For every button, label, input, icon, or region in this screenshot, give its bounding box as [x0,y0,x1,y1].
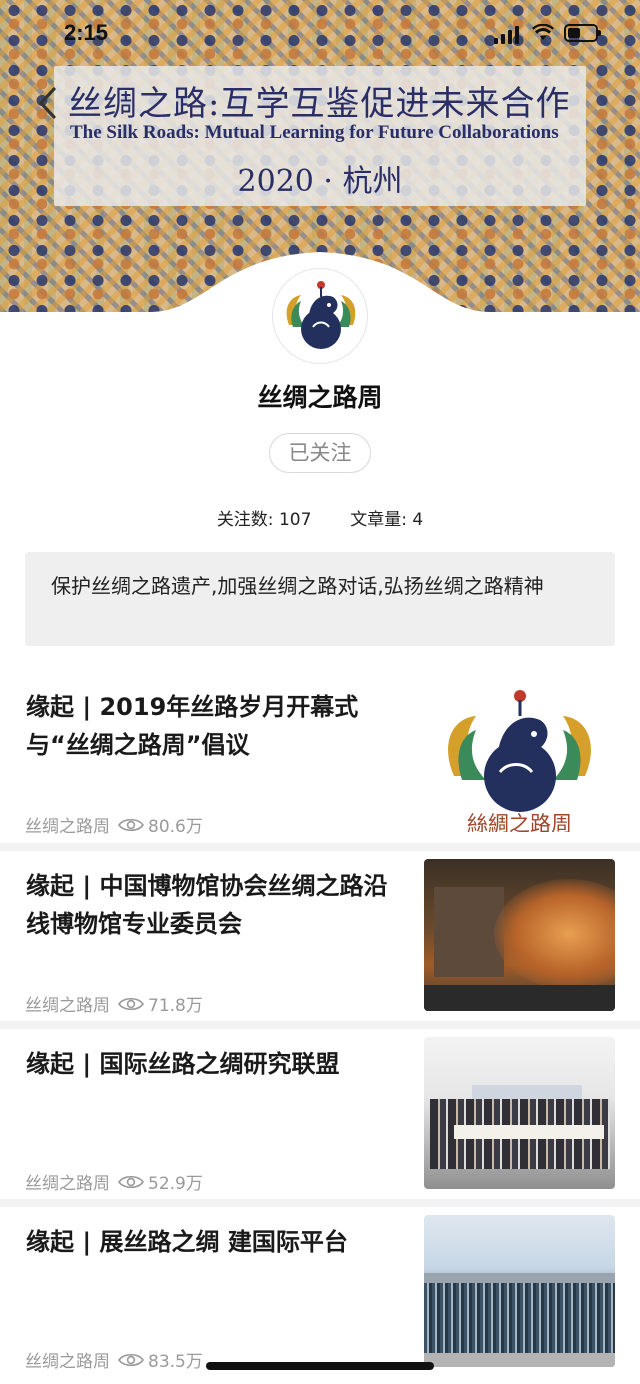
eye-icon [118,818,144,831]
article-thumbnail[interactable] [424,859,615,1011]
battery-icon [564,24,601,42]
article-title[interactable]: 缘起 | 2019年丝路岁月开幕式与“丝绸之路周”倡议 [26,688,406,764]
article-thumbnail[interactable] [424,1037,615,1189]
banner-date-place: 2020 · 杭州 [237,164,403,199]
account-stats: 关注数: 107 文章量: 4 [0,505,640,530]
article-title[interactable]: 缘起 | 展丝路之绸 建国际平台 [26,1223,406,1261]
article-thumbnail[interactable]: 絲綢之路周 [424,680,615,832]
article-meta: 丝绸之路周 80.6万 [25,812,203,837]
divider [0,843,640,851]
wifi-icon [532,24,554,40]
signal-icon [494,26,519,44]
article-source: 丝绸之路周 [25,1174,110,1194]
status-bar: 2:15 [0,0,640,70]
article-views: 71.8万 [148,996,203,1016]
logo-caption: 絲綢之路周 [467,812,572,832]
back-icon[interactable] [36,86,58,120]
article-views: 52.9万 [148,1174,203,1194]
account-description: 保护丝绸之路遗产,加强丝绸之路对话,弘扬丝绸之路精神 [25,552,615,646]
eye-icon [118,1353,144,1366]
divider [0,1199,640,1207]
article-item[interactable]: 缘起 | 中国博物馆协会丝绸之路沿线博物馆专业委员会 丝绸之路周 71.8万 [0,851,640,1021]
article-views: 80.6万 [148,817,203,837]
article-meta: 丝绸之路周 83.5万 [25,1347,203,1372]
articles-count: 4 [412,510,424,530]
article-thumbnail[interactable] [424,1215,615,1367]
account-avatar[interactable] [272,268,368,364]
article-title[interactable]: 缘起 | 国际丝路之绸研究联盟 [26,1045,406,1083]
article-meta: 丝绸之路周 71.8万 [25,991,203,1016]
article-source: 丝绸之路周 [25,817,110,837]
status-time: 2:15 [64,20,109,45]
article-item[interactable]: 缘起 | 国际丝路之绸研究联盟 丝绸之路周 52.9万 [0,1029,640,1199]
following-button[interactable]: 已关注 [269,433,371,473]
banner-title-cn: 丝绸之路:互学互鉴促进未来合作 [68,84,571,124]
article-item[interactable]: 缘起 | 2019年丝路岁月开幕式与“丝绸之路周”倡议 絲綢之路周 丝绸之路周 … [0,672,640,842]
home-indicator[interactable] [206,1362,434,1370]
followers-count: 107 [278,510,312,530]
account-name: 丝绸之路周 [257,383,383,412]
banner-title-en: The Silk Roads: Mutual Learning for Futu… [70,122,559,143]
article-item[interactable]: 缘起 | 展丝路之绸 建国际平台 丝绸之路周 83.5万 [0,1207,640,1377]
followers-label: 关注数: [216,510,274,530]
silk-road-horse-logo-icon [286,281,356,349]
article-views: 83.5万 [148,1352,203,1372]
article-title[interactable]: 缘起 | 中国博物馆协会丝绸之路沿线博物馆专业委员会 [26,867,406,943]
divider [0,1021,640,1029]
eye-icon [118,1175,144,1188]
article-source: 丝绸之路周 [25,1352,110,1372]
eye-icon [118,997,144,1010]
article-source: 丝绸之路周 [25,996,110,1016]
articles-label: 文章量: [350,510,407,530]
article-meta: 丝绸之路周 52.9万 [25,1169,203,1194]
